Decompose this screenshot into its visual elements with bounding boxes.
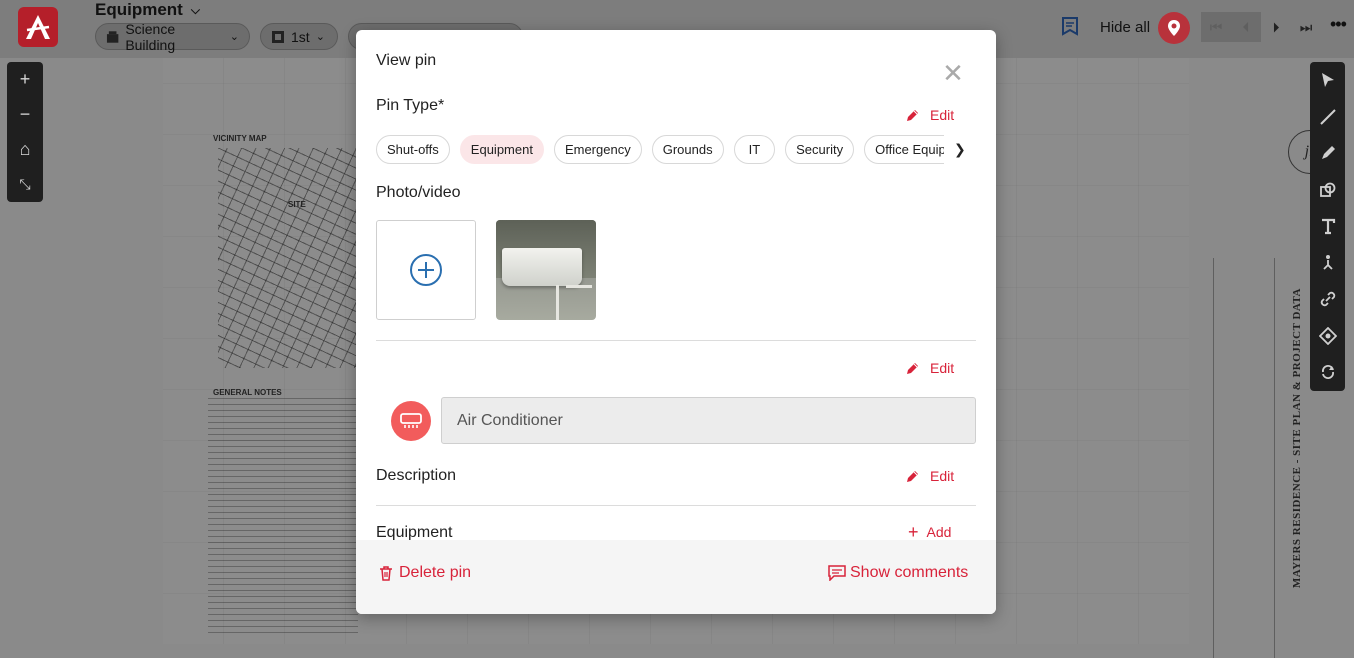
chip-office-equipment[interactable]: Office Equipment xyxy=(864,135,944,164)
edit-description-button[interactable]: Edit xyxy=(906,468,954,484)
plus-icon: + xyxy=(908,522,919,542)
chevron-right-icon[interactable]: ❯ xyxy=(954,141,966,158)
show-comments-label: Show comments xyxy=(850,564,969,581)
view-pin-dialog: View pin ✕ Pin Type* Edit Shut-offs Equip… xyxy=(356,30,996,614)
air-conditioner-icon xyxy=(400,413,422,428)
photo-video-label: Photo/video xyxy=(376,184,461,201)
photo-pipe xyxy=(566,285,592,288)
pencil-icon xyxy=(907,471,918,482)
add-equipment-button[interactable]: + Add xyxy=(908,522,952,542)
comment-icon xyxy=(828,565,846,581)
chip-equipment[interactable]: Equipment xyxy=(459,135,544,164)
chip-emergency[interactable]: Emergency xyxy=(553,135,642,164)
chip-shut-offs[interactable]: Shut-offs xyxy=(376,135,450,164)
dialog-title: View pin xyxy=(376,52,437,69)
plus-circle-icon xyxy=(410,254,442,286)
edit-label: Edit xyxy=(930,468,955,484)
divider xyxy=(376,505,976,506)
delete-pin-button[interactable]: Delete pin xyxy=(378,564,471,582)
delete-pin-label: Delete pin xyxy=(399,564,472,581)
add-label: Add xyxy=(926,524,952,540)
trash-icon xyxy=(380,566,392,581)
chip-it[interactable]: IT xyxy=(733,135,776,164)
show-comments-button[interactable]: Show comments xyxy=(828,564,968,582)
pin-photo-thumbnail[interactable] xyxy=(496,220,596,320)
pin-category-badge xyxy=(391,401,431,441)
chip-grounds[interactable]: Grounds xyxy=(651,135,724,164)
edit-pin-type-button[interactable]: Edit xyxy=(906,107,954,123)
divider xyxy=(376,340,976,341)
pin-type-chips: Shut-offs Equipment Emergency Grounds IT Secu… xyxy=(376,135,944,167)
close-icon[interactable]: ✕ xyxy=(942,60,964,86)
edit-label: Edit xyxy=(930,360,955,376)
pencil-icon xyxy=(907,110,918,121)
description-label: Description xyxy=(376,467,457,484)
edit-pin-name-button[interactable]: Edit xyxy=(906,360,954,376)
edit-label: Edit xyxy=(930,107,955,123)
pencil-icon xyxy=(907,363,918,374)
add-media-button[interactable] xyxy=(376,220,476,320)
pin-type-label: Pin Type* xyxy=(376,97,445,114)
photo-pipe xyxy=(556,285,559,320)
pin-name-field[interactable] xyxy=(441,397,976,444)
chip-security[interactable]: Security xyxy=(785,135,855,164)
photo-ac-unit xyxy=(502,248,582,286)
